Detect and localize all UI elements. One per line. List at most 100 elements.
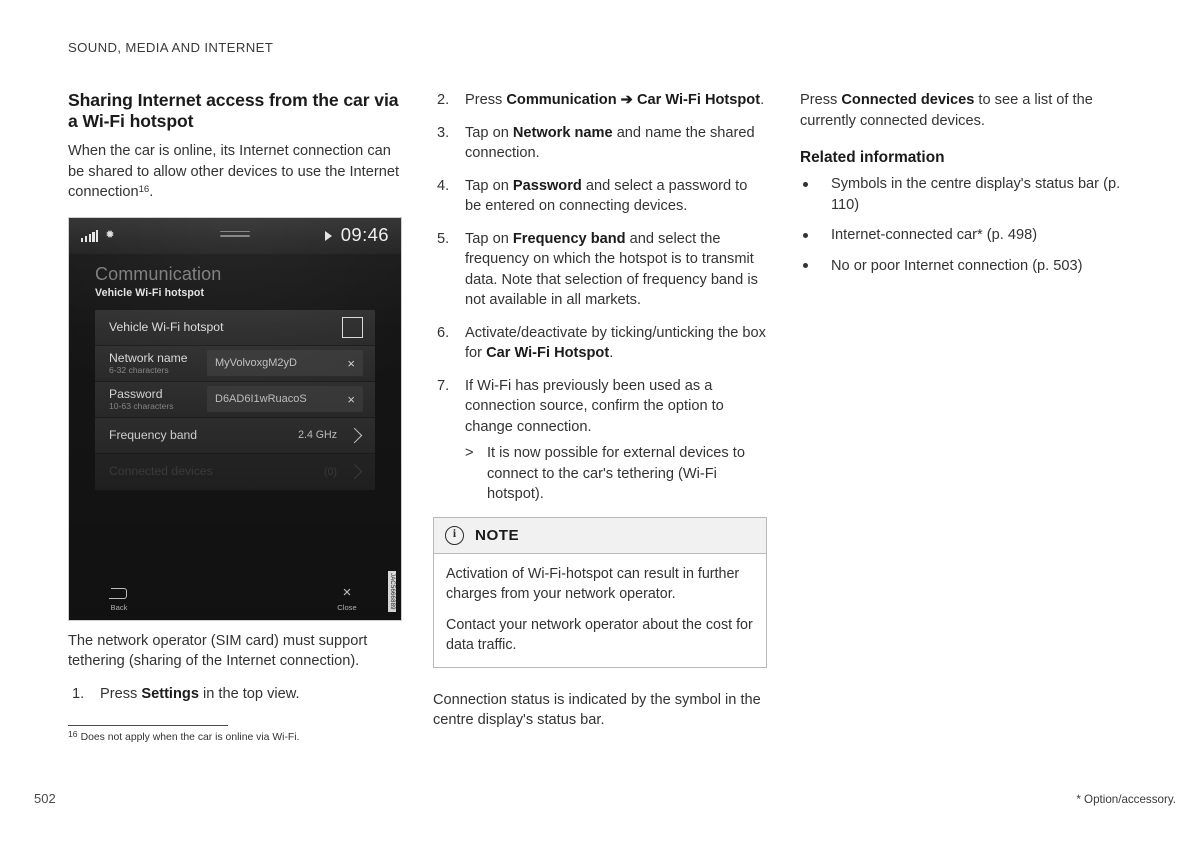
steps-list-part1: 1. Press Settings in the top view. <box>68 684 402 705</box>
footnote-marker: 16 <box>138 183 150 195</box>
related-link-label: No or poor Internet connection (p. 503) <box>831 257 1083 274</box>
note-paragraph: Activation of Wi-Fi-hotspot can result i… <box>446 565 740 602</box>
step-text: If Wi-Fi has previously been used as a c… <box>465 377 724 435</box>
related-link[interactable]: No or poor Internet connection (p. 503) <box>800 256 1134 277</box>
row-label-block: Network name 6-32 characters <box>109 351 201 376</box>
clear-icon[interactable]: × <box>341 357 355 370</box>
close-x-icon: × <box>342 583 352 601</box>
closing-paragraph: Connection status is indicated by the sy… <box>433 691 761 729</box>
related-information-list: Symbols in the centre display's status b… <box>800 174 1134 276</box>
related-link[interactable]: Symbols in the centre display's status b… <box>800 174 1134 215</box>
related-link-label: Symbols in the centre display's status b… <box>831 176 1121 213</box>
step-bold: Car Wi-Fi Hotspot <box>636 92 761 108</box>
steps-list-part2: 2. Press Communication ➔ Car Wi-Fi Hotspo… <box>433 90 767 505</box>
step-sub-item: > It is now possible for external devices… <box>465 443 767 505</box>
close-button-label: Close <box>337 602 357 612</box>
status-right-group: 09:46 <box>324 224 389 246</box>
password-input[interactable]: D6AD6I1wRuacoS × <box>207 386 363 412</box>
chevron-right-icon <box>346 427 363 443</box>
step-text: Tap on <box>465 124 513 141</box>
step-bold: Network name <box>512 124 613 141</box>
clear-icon[interactable]: × <box>341 393 355 406</box>
step-item: 4. Tap on Password and select a password … <box>433 176 767 217</box>
network-name-value: MyVolvoxgM2yD <box>215 357 297 369</box>
vehicle-wifi-hotspot-checkbox[interactable] <box>342 316 363 338</box>
step-text: Tap on <box>465 177 513 194</box>
step-bold: Communication <box>506 92 617 108</box>
intro-paragraph: When the car is online, its Internet con… <box>68 141 402 203</box>
signal-bars-icon <box>81 230 99 242</box>
back-button-label: Back <box>110 602 128 612</box>
row-sublabel: 10-63 characters <box>109 400 174 411</box>
centre-display-screenshot: ✹ 09:46 Communication Vehicle Wi-Fi hots… <box>68 216 402 621</box>
step-bold: Password <box>512 177 582 194</box>
frequency-band-value: 2.4 GHz <box>298 429 337 441</box>
step-item: 6. Activate/deactivate by ticking/unticki… <box>433 323 767 364</box>
bluetooth-icon: ✹ <box>105 228 115 241</box>
note-body: Activation of Wi-Fi-hotspot can result i… <box>434 554 766 667</box>
step-bold: ➔ <box>616 92 637 108</box>
centre-display-bottom-bar: Back × Close JAC5666889 <box>69 570 401 620</box>
step-text: Press <box>465 92 507 108</box>
page-number: 502 <box>34 791 56 806</box>
row-vehicle-wifi-hotspot[interactable]: Vehicle Wi-Fi hotspot <box>95 309 375 346</box>
bullet-icon <box>803 232 809 238</box>
step-bold: Settings <box>141 685 199 702</box>
step-sub-text: It is now possible for external devices … <box>487 445 745 502</box>
column-right: Press Connected devices to see a list of… <box>800 90 1134 286</box>
settings-list: Vehicle Wi-Fi hotspot Network name 6-32 … <box>95 309 375 490</box>
manual-page: SOUND, MEDIA AND INTERNET Sharing Intern… <box>0 0 1200 845</box>
row-network-name[interactable]: Network name 6-32 characters MyVolvoxgM2… <box>95 345 375 382</box>
row-label: Frequency band <box>109 427 198 442</box>
centre-display-title: Communication <box>95 263 222 284</box>
note-paragraph: Contact your network operator about the … <box>446 616 753 653</box>
centre-display-subtitle: Vehicle Wi-Fi hotspot <box>95 286 205 299</box>
network-name-input[interactable]: MyVolvoxgM2yD × <box>207 350 363 376</box>
row-password[interactable]: Password 10-63 characters D6AD6I1wRuacoS… <box>95 381 375 418</box>
footnote-text: Does not apply when the car is online vi… <box>80 732 300 743</box>
step-text: . <box>760 92 765 108</box>
step-text: . <box>609 345 614 361</box>
centre-display-status-bar: ✹ 09:46 <box>69 217 401 254</box>
row-sublabel: 6-32 characters <box>109 364 169 375</box>
row-label: Vehicle Wi-Fi hotspot <box>109 319 224 334</box>
row-label: Password <box>109 386 163 401</box>
intro-text-end: . <box>149 184 154 200</box>
option-accessory-note: * Option/accessory. <box>1076 793 1176 806</box>
note-label: NOTE <box>475 526 520 544</box>
clock-label: 09:46 <box>340 224 389 246</box>
step-item: 2. Press Communication ➔ Car Wi-Fi Hotspo… <box>433 90 767 111</box>
step-item: 1. Press Settings in the top view. <box>68 684 402 705</box>
status-left-icons: ✹ <box>81 228 115 242</box>
step-text-b: in the top view. <box>198 685 300 702</box>
step-number: 7. <box>437 377 450 394</box>
note-header: i NOTE <box>434 517 766 554</box>
related-information-title: Related information <box>800 149 945 166</box>
back-button[interactable]: Back <box>93 585 145 612</box>
close-button[interactable]: × Close <box>321 585 373 612</box>
footnote-number: 16 <box>68 728 78 739</box>
column-middle: 2. Press Communication ➔ Car Wi-Fi Hotspo… <box>433 90 767 743</box>
step-bold: Car Wi-Fi Hotspot <box>486 345 610 361</box>
step-number: 4. <box>437 177 450 194</box>
bullet-icon <box>803 263 809 269</box>
connected-devices-count: (0) <box>324 465 337 478</box>
info-icon: i <box>445 525 464 545</box>
hamburger-icon[interactable] <box>220 230 250 241</box>
row-connected-devices[interactable]: Connected devices (0) <box>95 453 375 490</box>
play-icon <box>324 230 332 241</box>
row-frequency-band[interactable]: Frequency band 2.4 GHz <box>95 417 375 454</box>
step-item: 3. Tap on Network name and name the share… <box>433 123 767 164</box>
chevron-right-icon <box>346 463 363 480</box>
step-number: 3. <box>437 124 450 141</box>
step-text: Tap on <box>465 230 513 247</box>
step-number: 1. <box>72 685 85 702</box>
para-text-a: Press <box>800 92 842 108</box>
intro-text: When the car is online, its Internet con… <box>68 143 399 200</box>
row-label-block: Password 10-63 characters <box>109 387 201 412</box>
related-link[interactable]: Internet-connected car* (p. 498) <box>800 225 1134 246</box>
row-label: Network name <box>109 350 188 365</box>
related-link-label: Internet-connected car* (p. 498) <box>831 227 1038 243</box>
para-bold: Connected devices <box>841 92 975 108</box>
password-value: D6AD6I1wRuacoS <box>215 393 307 405</box>
